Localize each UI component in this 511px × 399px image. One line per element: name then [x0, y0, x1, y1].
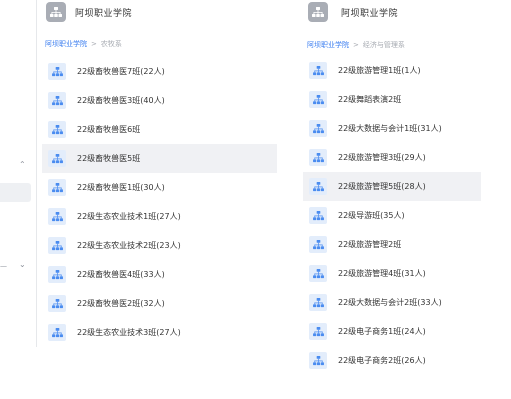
sidebar: ⌃ ⌄ —	[0, 0, 36, 399]
class-name-label: 22级旅游管理2班	[338, 240, 402, 249]
class-group-icon	[48, 92, 66, 109]
class-group-icon	[309, 352, 327, 369]
panel-header: 阿坝职业学院	[42, 0, 277, 26]
class-name-label: 22级大数据与会计1班(31人)	[338, 124, 442, 133]
school-name: 阿坝职业学院	[75, 9, 133, 19]
class-list-item[interactable]: 22级畜牧兽医6班	[42, 115, 277, 144]
chevron-down-icon[interactable]: ⌄	[19, 261, 26, 269]
class-group-icon	[48, 266, 66, 283]
class-group-icon	[309, 207, 327, 224]
department-panel-economics: 阿坝职业学院 阿坝职业学院 > 经济与管理系 22级旅游管理1班(1人) 22级舞蹈表…	[303, 0, 481, 369]
class-list-item[interactable]: 22级畜牧兽医2班(32人)	[42, 289, 277, 318]
class-name-label: 22级旅游管理4班(31人)	[338, 269, 426, 278]
sidebar-selected-item[interactable]	[0, 183, 31, 202]
class-name-label: 22级畜牧兽医4班(33人)	[77, 270, 165, 279]
class-group-icon	[48, 150, 66, 167]
breadcrumb-current: 农牧系	[100, 40, 122, 48]
class-group-icon	[309, 236, 327, 253]
breadcrumb-current: 经济与管理系	[362, 41, 405, 49]
school-name: 阿坝职业学院	[341, 9, 399, 19]
class-list-item[interactable]: 22级旅游管理5班(28人)	[303, 172, 481, 201]
breadcrumb-separator: >	[353, 41, 359, 49]
class-group-icon	[309, 91, 327, 108]
class-name-label: 22级旅游管理1班(1人)	[338, 66, 421, 75]
class-list-item[interactable]: 22级生态农业技术3班(27人)	[42, 318, 277, 347]
class-name-label: 22级畜牧兽医1班(30人)	[77, 183, 165, 192]
class-list-item[interactable]: 22级旅游管理3班(29人)	[303, 143, 481, 172]
class-name-label: 22级生态农业技术3班(27人)	[77, 328, 181, 337]
class-name-label: 22级大数据与会计2班(33人)	[338, 298, 442, 307]
org-tree-icon	[46, 2, 66, 22]
class-group-icon	[48, 324, 66, 341]
class-group-icon	[48, 295, 66, 312]
class-list-item[interactable]: 22级生态农业技术2班(23人)	[42, 231, 277, 260]
class-name-label: 22级舞蹈表演2班	[338, 95, 402, 104]
breadcrumb: 阿坝职业学院 > 经济与管理系	[307, 41, 405, 50]
class-group-icon	[48, 63, 66, 80]
breadcrumb-root-link[interactable]: 阿坝职业学院	[45, 40, 87, 48]
class-name-label: 22级导游班(35人)	[338, 211, 405, 220]
class-list-item[interactable]: 22级大数据与会计2班(33人)	[303, 288, 481, 317]
class-list-item[interactable]: 22级导游班(35人)	[303, 201, 481, 230]
class-list-item[interactable]: 22级畜牧兽医4班(33人)	[42, 260, 277, 289]
class-name-label: 22级电子商务2班(26人)	[338, 356, 426, 365]
class-group-icon	[48, 121, 66, 138]
class-group-icon	[48, 237, 66, 254]
class-group-icon	[48, 208, 66, 225]
class-group-icon	[309, 120, 327, 137]
breadcrumb-root-link[interactable]: 阿坝职业学院	[307, 41, 349, 49]
class-name-label: 22级生态农业技术2班(23人)	[77, 241, 181, 250]
class-list-item[interactable]: 22级旅游管理4班(31人)	[303, 259, 481, 288]
class-name-label: 22级畜牧兽医6班	[77, 125, 141, 134]
class-name-label: 22级畜牧兽医2班(32人)	[77, 299, 165, 308]
class-list: 22级旅游管理1班(1人) 22级舞蹈表演2班 22级大数据与会计1班(31人) 22…	[303, 56, 481, 375]
class-name-label: 22级畜牧兽医3班(40人)	[77, 96, 165, 105]
class-list-item[interactable]: 22级畜牧兽医3班(40人)	[42, 86, 277, 115]
class-group-icon	[309, 323, 327, 340]
class-selector-window: ⌃ ⌄ — 阿坝职业学院 阿坝职业学院 > 农牧系 22级畜牧兽医7班(22人)…	[0, 0, 511, 399]
department-panel-agriculture: 阿坝职业学院 阿坝职业学院 > 农牧系 22级畜牧兽医7班(22人) 22级畜牧兽医3…	[42, 0, 277, 341]
class-group-icon	[309, 178, 327, 195]
breadcrumb-separator: >	[91, 40, 97, 48]
class-list-item[interactable]: 22级畜牧兽医7班(22人)	[42, 57, 277, 86]
class-list-item[interactable]: 22级畜牧兽医1班(30人)	[42, 173, 277, 202]
class-name-label: 22级畜牧兽医7班(22人)	[77, 67, 165, 76]
class-list: 22级畜牧兽医7班(22人) 22级畜牧兽医3班(40人) 22级畜牧兽医6班 22级…	[42, 57, 277, 347]
chevron-up-icon[interactable]: ⌃	[19, 161, 26, 169]
panel-header: 阿坝职业学院	[303, 0, 481, 26]
class-name-label: 22级生态农业技术1班(27人)	[77, 212, 181, 221]
class-name-label: 22级旅游管理5班(28人)	[338, 182, 426, 191]
class-group-icon	[309, 149, 327, 166]
sidebar-marker-icon: —	[0, 262, 7, 270]
class-list-item[interactable]: 22级旅游管理2班	[303, 230, 481, 259]
class-list-item[interactable]: 22级畜牧兽医5班	[42, 144, 277, 173]
class-group-icon	[309, 62, 327, 79]
sidebar-divider	[36, 0, 37, 347]
class-name-label: 22级电子商务1班(24人)	[338, 327, 426, 336]
breadcrumb: 阿坝职业学院 > 农牧系	[45, 40, 122, 49]
class-group-icon	[48, 179, 66, 196]
class-name-label: 22级旅游管理3班(29人)	[338, 153, 426, 162]
class-name-label: 22级畜牧兽医5班	[77, 154, 141, 163]
class-list-item[interactable]: 22级旅游管理1班(1人)	[303, 56, 481, 85]
class-group-icon	[309, 294, 327, 311]
class-list-item[interactable]: 22级舞蹈表演2班	[303, 85, 481, 114]
org-tree-icon	[308, 2, 328, 22]
class-group-icon	[309, 265, 327, 282]
class-list-item[interactable]: 22级电子商务2班(26人)	[303, 346, 481, 375]
class-list-item[interactable]: 22级生态农业技术1班(27人)	[42, 202, 277, 231]
class-list-item[interactable]: 22级大数据与会计1班(31人)	[303, 114, 481, 143]
class-list-item[interactable]: 22级电子商务1班(24人)	[303, 317, 481, 346]
